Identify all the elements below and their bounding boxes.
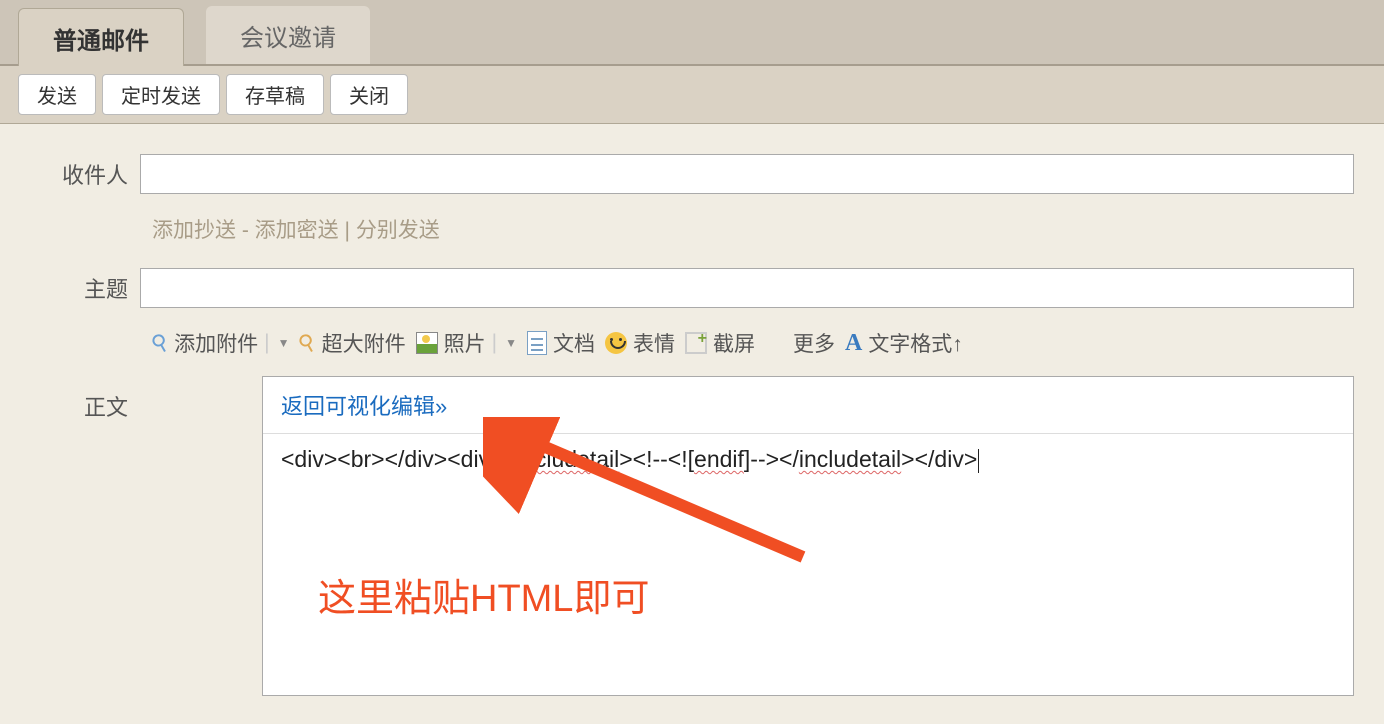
subject-input[interactable] (140, 268, 1354, 308)
body-header: 返回可视化编辑» (263, 377, 1353, 434)
add-bcc-link[interactable]: 添加密送 (255, 219, 339, 242)
paperclip-icon: ⚲ (147, 328, 174, 359)
tab-compose[interactable]: 普通邮件 (18, 8, 184, 66)
body-text: includetail (799, 446, 901, 472)
separator: | (345, 219, 356, 242)
close-button[interactable]: 关闭 (330, 74, 408, 115)
text-format-button[interactable]: A 文字格式↑ (845, 328, 963, 358)
large-attachment-button[interactable]: ⚲ 超大附件 (299, 328, 405, 358)
send-button[interactable]: 发送 (18, 74, 96, 115)
text-format-label: 文字格式↑ (868, 328, 963, 358)
body-text: <div><br></div><div>< (281, 446, 517, 472)
body-textarea[interactable]: <div><br></div><div><includetail><!--<![… (263, 434, 1353, 485)
add-attachment-button[interactable]: ⚲ 添加附件 | ▼ (152, 328, 289, 358)
photo-button[interactable]: 照片 | ▼ (416, 328, 517, 358)
tabs-row: 普通邮件 会议邀请 (0, 0, 1384, 66)
separator: | (264, 331, 269, 355)
body-text: ]--></ (744, 446, 799, 472)
more-label: 更多 (793, 328, 835, 358)
row-to: 收件人 (30, 154, 1354, 194)
text-format-icon: A (845, 330, 862, 357)
body-text: ><!--<![ (619, 446, 694, 472)
emoji-label: 表情 (633, 328, 675, 358)
chevron-down-icon[interactable]: ▼ (278, 336, 290, 350)
body-text: includetail (517, 446, 619, 472)
toolbar: 发送 定时发送 存草稿 关闭 (0, 66, 1384, 124)
return-visual-editor-link[interactable]: 返回可视化编辑» (281, 394, 447, 419)
text-cursor (978, 449, 979, 473)
to-input[interactable] (140, 154, 1354, 194)
chevron-down-icon[interactable]: ▼ (505, 336, 517, 350)
grid-icon (765, 332, 787, 354)
screenshot-button[interactable]: 截屏 (685, 328, 755, 358)
separator: - (242, 219, 255, 242)
body-area: 返回可视化编辑» <div><br></div><div><includetai… (262, 376, 1354, 696)
photo-label: 照片 (444, 328, 486, 358)
send-separately-link[interactable]: 分别发送 (356, 219, 440, 242)
screenshot-icon (685, 332, 707, 354)
document-button[interactable]: 文档 (527, 328, 595, 358)
form-area: 收件人 添加抄送 - 添加密送 | 分别发送 主题 ⚲ 添加附件 | ▼ ⚲ 超… (0, 124, 1384, 724)
more-button[interactable]: 更多 (765, 328, 835, 358)
attachment-toolbar: ⚲ 添加附件 | ▼ ⚲ 超大附件 照片 | ▼ 文档 表情 截屏 (152, 314, 1354, 376)
save-draft-button[interactable]: 存草稿 (226, 74, 324, 115)
body-text: ></div> (901, 446, 977, 472)
subject-label: 主题 (30, 272, 140, 304)
emoji-button[interactable]: 表情 (605, 328, 675, 358)
annotation-text: 这里粘贴HTML即可 (318, 567, 649, 622)
add-cc-link[interactable]: 添加抄送 (152, 219, 236, 242)
separator: | (492, 331, 497, 355)
paperclip-large-icon: ⚲ (294, 328, 321, 359)
add-attachment-label: 添加附件 (174, 328, 258, 358)
cc-links-row: 添加抄送 - 添加密送 | 分别发送 (152, 200, 1354, 268)
to-label: 收件人 (30, 158, 140, 190)
document-icon (527, 331, 547, 355)
large-attachment-label: 超大附件 (322, 328, 406, 358)
photo-icon (416, 332, 438, 354)
emoji-icon (605, 332, 627, 354)
tab-meeting[interactable]: 会议邀请 (206, 6, 370, 64)
row-subject: 主题 (30, 268, 1354, 308)
row-body: 正文 返回可视化编辑» <div><br></div><div><include… (30, 376, 1354, 696)
body-text: endif (694, 446, 744, 472)
screenshot-label: 截屏 (713, 328, 755, 358)
body-label: 正文 (30, 376, 140, 422)
document-label: 文档 (553, 328, 595, 358)
timed-send-button[interactable]: 定时发送 (102, 74, 220, 115)
